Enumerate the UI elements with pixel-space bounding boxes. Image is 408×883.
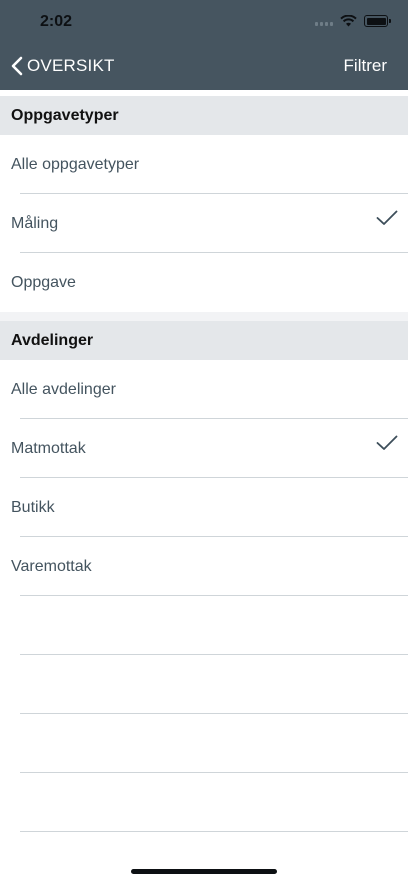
section-header-avdelinger: Avdelinger bbox=[0, 321, 408, 360]
checkmark-icon bbox=[376, 210, 398, 225]
list-item-varemottak[interactable]: Varemottak bbox=[0, 537, 408, 596]
list-item-label: Alle avdelinger bbox=[11, 380, 116, 398]
nav-header: 2:02 OVERSIKT Filtrer bbox=[0, 0, 408, 90]
list-item-oppgave[interactable]: Oppgave bbox=[0, 253, 408, 312]
status-icons bbox=[315, 14, 391, 28]
list-item-label: Oppgave bbox=[11, 273, 76, 291]
list-item-label: Alle oppgavetyper bbox=[11, 155, 140, 173]
list-item-label: Matmottak bbox=[11, 439, 86, 457]
empty-row bbox=[0, 655, 408, 714]
empty-row bbox=[0, 773, 408, 832]
list-item-butikk[interactable]: Butikk bbox=[0, 478, 408, 537]
checkmark-icon bbox=[376, 435, 398, 450]
list-item-label: Butikk bbox=[11, 498, 55, 516]
section-gap bbox=[0, 312, 408, 321]
list-item-alle-oppgavetyper[interactable]: Alle oppgavetyper bbox=[0, 135, 408, 194]
back-button-label: OVERSIKT bbox=[27, 56, 115, 75]
cellular-signal-icon bbox=[315, 16, 333, 26]
list-item-alle-avdelinger[interactable]: Alle avdelinger bbox=[0, 360, 408, 419]
filter-button[interactable]: Filtrer bbox=[344, 56, 387, 76]
wifi-icon bbox=[340, 15, 357, 27]
chevron-left-icon bbox=[11, 56, 23, 76]
list-item-maling[interactable]: Måling bbox=[0, 194, 408, 253]
section-header-oppgavetyper: Oppgavetyper bbox=[0, 96, 408, 135]
battery-icon bbox=[364, 15, 391, 27]
filter-list: Oppgavetyper Alle oppgavetyper Måling Op… bbox=[0, 96, 408, 832]
list-item-matmottak[interactable]: Matmottak bbox=[0, 419, 408, 478]
empty-row bbox=[0, 596, 408, 655]
status-time: 2:02 bbox=[40, 13, 73, 30]
back-button[interactable]: OVERSIKT bbox=[11, 53, 115, 79]
empty-row bbox=[0, 714, 408, 773]
home-indicator[interactable] bbox=[131, 869, 277, 874]
list-item-label: Måling bbox=[11, 214, 59, 232]
list-item-label: Varemottak bbox=[11, 557, 92, 575]
